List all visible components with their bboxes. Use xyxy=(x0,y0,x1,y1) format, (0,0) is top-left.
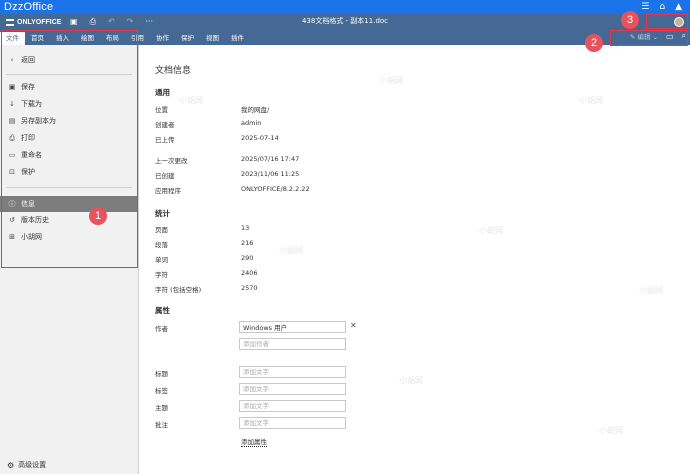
watermark: 小胡网 xyxy=(639,286,663,295)
tab-view[interactable]: 视图 xyxy=(200,32,225,45)
avatar[interactable] xyxy=(674,16,684,27)
subject-label: 主题 xyxy=(155,404,168,412)
notification-icon[interactable]: ▲ xyxy=(675,0,682,14)
watermark: 小胡网 xyxy=(479,226,503,235)
owner-label: 创建者 xyxy=(155,121,175,129)
more-icon[interactable]: ··· xyxy=(145,17,153,27)
modified-value: 2025/07/16 17:47 xyxy=(241,155,300,163)
modified-label: 上一次更改 xyxy=(155,157,188,165)
tab-protection[interactable]: 保护 xyxy=(175,32,200,45)
home-icon[interactable]: ⌂ xyxy=(659,0,665,14)
watermark: 小胡网 xyxy=(599,426,623,435)
save-icon[interactable]: ▣ xyxy=(70,17,78,27)
watermark: 小胡网 xyxy=(179,96,203,105)
onlyoffice-logo: ONLYOFFICE xyxy=(0,18,66,26)
paragraphs-label: 段落 xyxy=(155,241,168,249)
close-icon[interactable]: ✕ xyxy=(350,321,357,330)
tags-input[interactable] xyxy=(239,383,346,395)
annotation-badge-2: 2 xyxy=(585,34,603,52)
author-field[interactable] xyxy=(239,321,346,333)
add-author-input[interactable] xyxy=(239,338,346,350)
title-label: 标题 xyxy=(155,370,168,378)
watermark: 小胡网 xyxy=(579,96,603,105)
location-value: 我的网盘/ xyxy=(241,106,270,114)
owner-value: admin xyxy=(241,119,262,127)
words-label: 单词 xyxy=(155,256,168,264)
tags-label: 标签 xyxy=(155,387,168,395)
annotation-box-file-menu xyxy=(1,30,138,268)
advanced-settings-label: 高级设置 xyxy=(18,461,47,469)
words-value: 290 xyxy=(241,254,254,262)
quick-access-toolbar: ▣ ⎙ ↶ ↷ ··· xyxy=(70,17,153,27)
tab-plugins[interactable]: 插件 xyxy=(225,32,250,45)
comment-label: 批注 xyxy=(155,421,168,429)
user-avatar-highlight xyxy=(646,14,688,29)
annotation-box-tools xyxy=(610,30,688,46)
onlyoffice-logo-text: ONLYOFFICE xyxy=(17,18,62,26)
chars-value: 2406 xyxy=(241,269,258,277)
paragraphs-value: 216 xyxy=(241,239,254,247)
comment-input[interactable] xyxy=(239,417,346,429)
advanced-settings-button[interactable]: ⚙ 高级设置 xyxy=(0,458,138,472)
redo-icon[interactable]: ↷ xyxy=(127,17,134,27)
chars-spaces-value: 2570 xyxy=(241,284,258,292)
app-title: DzzOffice xyxy=(4,1,54,13)
pages-label: 页面 xyxy=(155,226,168,234)
created-label: 已创建 xyxy=(155,172,175,180)
uploaded-value: 2025-07-14 xyxy=(241,134,279,142)
onlyoffice-logo-icon xyxy=(6,18,14,26)
watermark: 小胡网 xyxy=(399,376,423,385)
menu-icon[interactable]: ☰ xyxy=(641,0,649,14)
editor-title-row: ONLYOFFICE ▣ ⎙ ↶ ↷ ··· xyxy=(0,14,690,30)
top-right-icons: ☰ ⌂ ▲ xyxy=(641,0,690,14)
location-label: 位置 xyxy=(155,106,168,114)
uploaded-label: 已上传 xyxy=(155,136,175,144)
section-properties: 属性 xyxy=(155,306,170,315)
add-property-link[interactable]: 添加属性 xyxy=(241,436,267,447)
annotation-badge-3: 3 xyxy=(621,11,639,29)
print-icon[interactable]: ⎙ xyxy=(90,17,96,27)
dzz-top-bar: DzzOffice ☰ ⌂ ▲ xyxy=(0,0,690,14)
tab-collaboration[interactable]: 协作 xyxy=(150,32,175,45)
page-title: 文档信息 xyxy=(155,66,192,76)
watermark: 小胡网 xyxy=(279,246,303,255)
subject-input[interactable] xyxy=(239,400,346,412)
undo-icon[interactable]: ↶ xyxy=(108,17,115,27)
application-value: ONLYOFFICE/8.2.2.22 xyxy=(241,185,310,193)
gear-icon: ⚙ xyxy=(7,460,15,470)
document-info-panel: 文档信息 通用 位置 我的网盘/ 创建者 admin 已上传 2025-07-1… xyxy=(139,45,690,474)
section-general: 通用 xyxy=(155,88,170,97)
title-input[interactable] xyxy=(239,366,346,378)
author-label: 作者 xyxy=(155,325,168,333)
pages-value: 13 xyxy=(241,224,250,232)
chars-label: 字符 xyxy=(155,271,168,279)
annotation-badge-1: 1 xyxy=(89,207,107,225)
application-label: 应用程序 xyxy=(155,187,181,195)
chars-spaces-label: 字符 (包括空格) xyxy=(155,286,202,294)
watermark: 小胡网 xyxy=(379,76,403,85)
created-value: 2023/11/06 11:25 xyxy=(241,170,300,178)
section-statistics: 统计 xyxy=(155,209,170,218)
